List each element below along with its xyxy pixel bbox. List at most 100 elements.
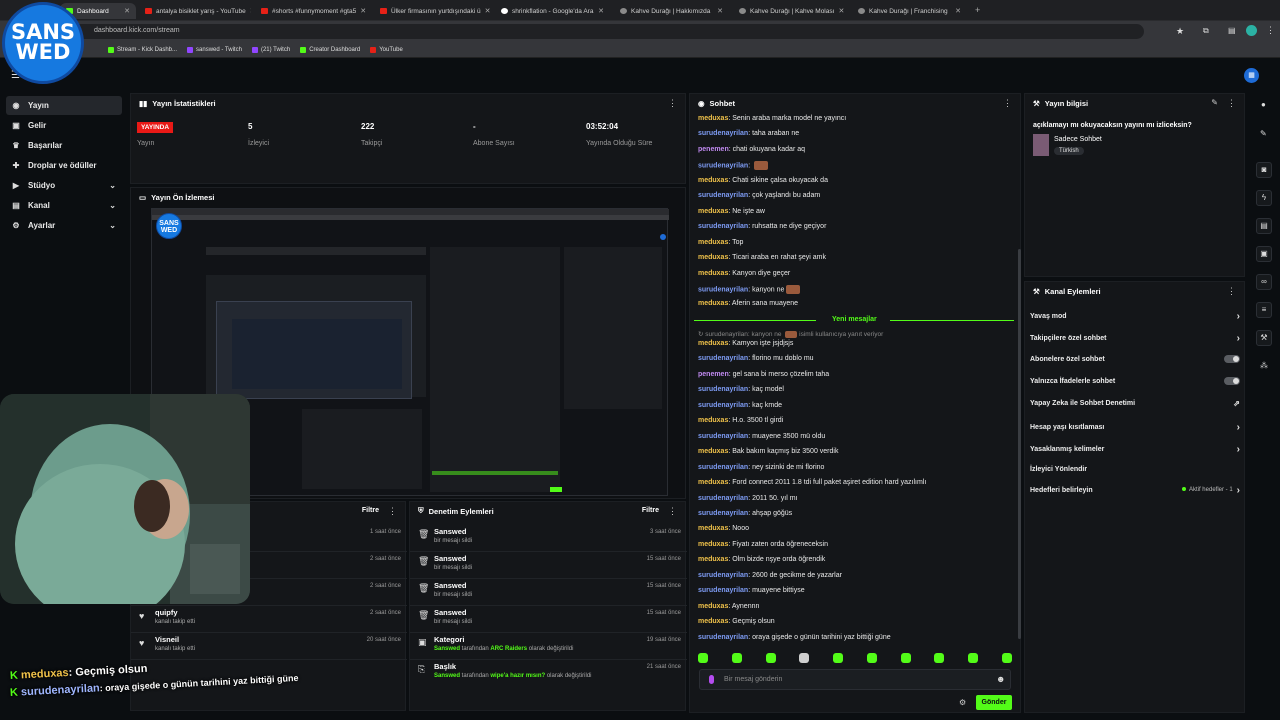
chat-icon[interactable]: ▣ bbox=[1256, 246, 1272, 262]
list-icon[interactable]: ≡ bbox=[1256, 302, 1272, 318]
channel-action[interactable]: Hedefleri belirleyin Aktif hedefler - 1 › bbox=[1030, 485, 1240, 496]
emoji-icon[interactable]: ☻ bbox=[996, 674, 1005, 684]
chat-username[interactable]: surudenayrilan bbox=[698, 495, 748, 502]
close-tab-icon[interactable]: ✕ bbox=[124, 7, 130, 15]
chat-username[interactable]: surudenayrilan bbox=[698, 192, 748, 199]
browser-tab[interactable]: Ülker firmasının yurtdışındaki ü ✕ bbox=[374, 3, 491, 19]
info-icon[interactable]: ● bbox=[1261, 100, 1266, 109]
close-tab-icon[interactable]: ✕ bbox=[838, 7, 844, 15]
chat-scrollbar[interactable] bbox=[1018, 249, 1021, 639]
quick-emote-icon[interactable] bbox=[833, 653, 844, 663]
chat-username[interactable]: meduxas bbox=[698, 115, 728, 122]
close-tab-icon[interactable]: ✕ bbox=[485, 7, 491, 15]
chat-username[interactable]: surudenayrilan bbox=[698, 355, 748, 362]
chat-username[interactable]: meduxas bbox=[698, 525, 728, 532]
chat-username[interactable]: meduxas bbox=[698, 177, 728, 184]
channel-action[interactable]: Hesap yaşı kısıtlaması › bbox=[1030, 422, 1240, 433]
sidebar-item[interactable]: ♛ Başarılar bbox=[6, 136, 122, 155]
browser-tab[interactable]: Kahve Durağı | Kahve Molası ✕ bbox=[733, 3, 848, 19]
bookmark[interactable]: Stream - Kick Dashb... bbox=[108, 46, 177, 53]
sidepanel-icon[interactable]: ▤ bbox=[1228, 26, 1236, 35]
sidebar-item[interactable]: ◉ Yayın bbox=[6, 96, 122, 115]
chat-username[interactable]: meduxas bbox=[698, 479, 728, 486]
chat-username[interactable]: surudenayrilan bbox=[698, 163, 748, 170]
chat-username[interactable]: meduxas bbox=[698, 239, 728, 246]
user-avatar[interactable]: ▦ bbox=[1244, 68, 1259, 83]
close-tab-icon[interactable]: ✕ bbox=[717, 7, 723, 15]
sidebar-item[interactable]: ▣ Gelir bbox=[6, 116, 122, 135]
bolt-icon[interactable]: ϟ bbox=[1256, 190, 1272, 206]
browser-tab[interactable]: #shorts #funnymoment #gta5 ✕ bbox=[255, 3, 370, 19]
chat-username[interactable]: surudenayrilan bbox=[698, 130, 748, 137]
chat-username[interactable]: surudenayrilan bbox=[698, 510, 748, 517]
close-tab-icon[interactable]: ✕ bbox=[598, 7, 604, 15]
chat-username[interactable]: surudenayrilan bbox=[698, 433, 748, 440]
quick-emote-icon[interactable] bbox=[934, 653, 945, 663]
sidebar-item[interactable]: ▤ Kanal ⌄ bbox=[6, 196, 122, 215]
quick-emote-icon[interactable] bbox=[799, 653, 810, 663]
chat-username[interactable]: meduxas bbox=[698, 618, 728, 625]
activity-menu-icon[interactable]: ⋮ bbox=[388, 506, 397, 517]
close-tab-icon[interactable]: ✕ bbox=[250, 7, 251, 15]
toggle-switch[interactable] bbox=[1224, 377, 1240, 386]
activity-filter-button[interactable]: Filtre bbox=[362, 507, 379, 514]
chat-username[interactable]: meduxas bbox=[698, 340, 728, 347]
quick-emote-icon[interactable] bbox=[968, 653, 979, 663]
quick-emote-icon[interactable] bbox=[866, 653, 877, 663]
chat-menu-icon[interactable]: ⋮ bbox=[1003, 98, 1012, 109]
bookmark[interactable]: Creator Dashboard bbox=[300, 46, 360, 53]
channel-action[interactable]: İzleyici Yönlendir bbox=[1030, 466, 1240, 473]
toggle-switch[interactable] bbox=[1224, 355, 1240, 364]
chat-username[interactable]: surudenayrilan bbox=[698, 402, 748, 409]
stream-info-menu-icon[interactable]: ⋮ bbox=[1227, 98, 1236, 109]
chat-username[interactable]: surudenayrilan bbox=[698, 634, 748, 641]
bookmark[interactable]: sanswed - Twitch bbox=[187, 46, 242, 53]
browser-menu-icon[interactable]: ⋮ bbox=[1266, 25, 1275, 36]
channel-action[interactable]: Yavaş mod › bbox=[1030, 311, 1240, 322]
channel-actions-menu-icon[interactable]: ⋮ bbox=[1227, 286, 1236, 297]
close-tab-icon[interactable]: ✕ bbox=[360, 7, 366, 15]
stats-menu-icon[interactable]: ⋮ bbox=[668, 98, 677, 109]
chat-username[interactable]: meduxas bbox=[698, 270, 728, 277]
quick-emote-icon[interactable] bbox=[765, 653, 776, 663]
close-tab-icon[interactable]: ✕ bbox=[955, 7, 961, 15]
channel-action[interactable]: Yasaklanmış kelimeler › bbox=[1030, 444, 1240, 455]
chat-settings-icon[interactable]: ⚙ bbox=[959, 698, 966, 707]
browser-tab[interactable]: antalya bisiklet yarış - YouTube ✕ bbox=[139, 3, 251, 19]
sidebar-item[interactable]: ✚ Droplar ve ödüller bbox=[6, 156, 122, 175]
channel-action[interactable]: Yalnızca İfadelerle sohbet bbox=[1030, 377, 1240, 386]
address-bar[interactable]: dashboard.kick.com/stream bbox=[34, 24, 1144, 39]
chat-username[interactable]: meduxas bbox=[698, 254, 728, 261]
chat-username[interactable]: meduxas bbox=[698, 417, 728, 424]
chat-username[interactable]: penemen bbox=[698, 146, 729, 153]
extensions-icon[interactable]: ⧉ bbox=[1203, 26, 1209, 36]
browser-tab[interactable]: Kahve Durağı | Franchising ✕ bbox=[852, 3, 967, 19]
bookmark[interactable]: YouTube bbox=[370, 46, 403, 53]
edit-icon[interactable]: ✎ bbox=[1211, 98, 1218, 107]
chat-username[interactable]: surudenayrilan bbox=[698, 386, 748, 393]
chat-username[interactable]: surudenayrilan bbox=[698, 286, 748, 293]
chat-input[interactable]: Bir mesaj gönderin ☻ bbox=[699, 669, 1011, 690]
chat-username[interactable]: meduxas bbox=[698, 541, 728, 548]
bookmark[interactable]: (21) Twitch bbox=[251, 46, 290, 53]
moderation-filter-button[interactable]: Filtre bbox=[642, 507, 659, 514]
chat-username[interactable]: surudenayrilan bbox=[698, 464, 748, 471]
camera-icon[interactable]: ◙ bbox=[1256, 162, 1272, 178]
sidebar-item[interactable]: ⚙ Ayarlar ⌄ bbox=[6, 216, 122, 235]
chat-username[interactable]: meduxas bbox=[698, 300, 728, 307]
quick-emote-icon[interactable] bbox=[731, 653, 742, 663]
quick-emote-icon[interactable] bbox=[1001, 653, 1012, 663]
chat-username[interactable]: meduxas bbox=[698, 603, 728, 610]
chat-username[interactable]: surudenayrilan bbox=[698, 587, 748, 594]
pencil-icon[interactable]: ✎ bbox=[1260, 129, 1267, 138]
mic-icon[interactable] bbox=[709, 675, 714, 684]
chat-username[interactable]: meduxas bbox=[698, 448, 728, 455]
hammer-tool-icon[interactable]: ⚒ bbox=[1256, 330, 1272, 346]
chat-username[interactable]: meduxas bbox=[698, 208, 728, 215]
star-icon[interactable]: ★ bbox=[1176, 26, 1184, 37]
sidebar-item[interactable]: ▶ Stüdyo ⌄ bbox=[6, 176, 122, 195]
link-icon[interactable]: ∞ bbox=[1256, 274, 1272, 290]
profile-avatar[interactable] bbox=[1246, 25, 1257, 36]
chat-username[interactable]: penemen bbox=[698, 371, 729, 378]
nodes-icon[interactable]: ⁂ bbox=[1260, 361, 1268, 370]
